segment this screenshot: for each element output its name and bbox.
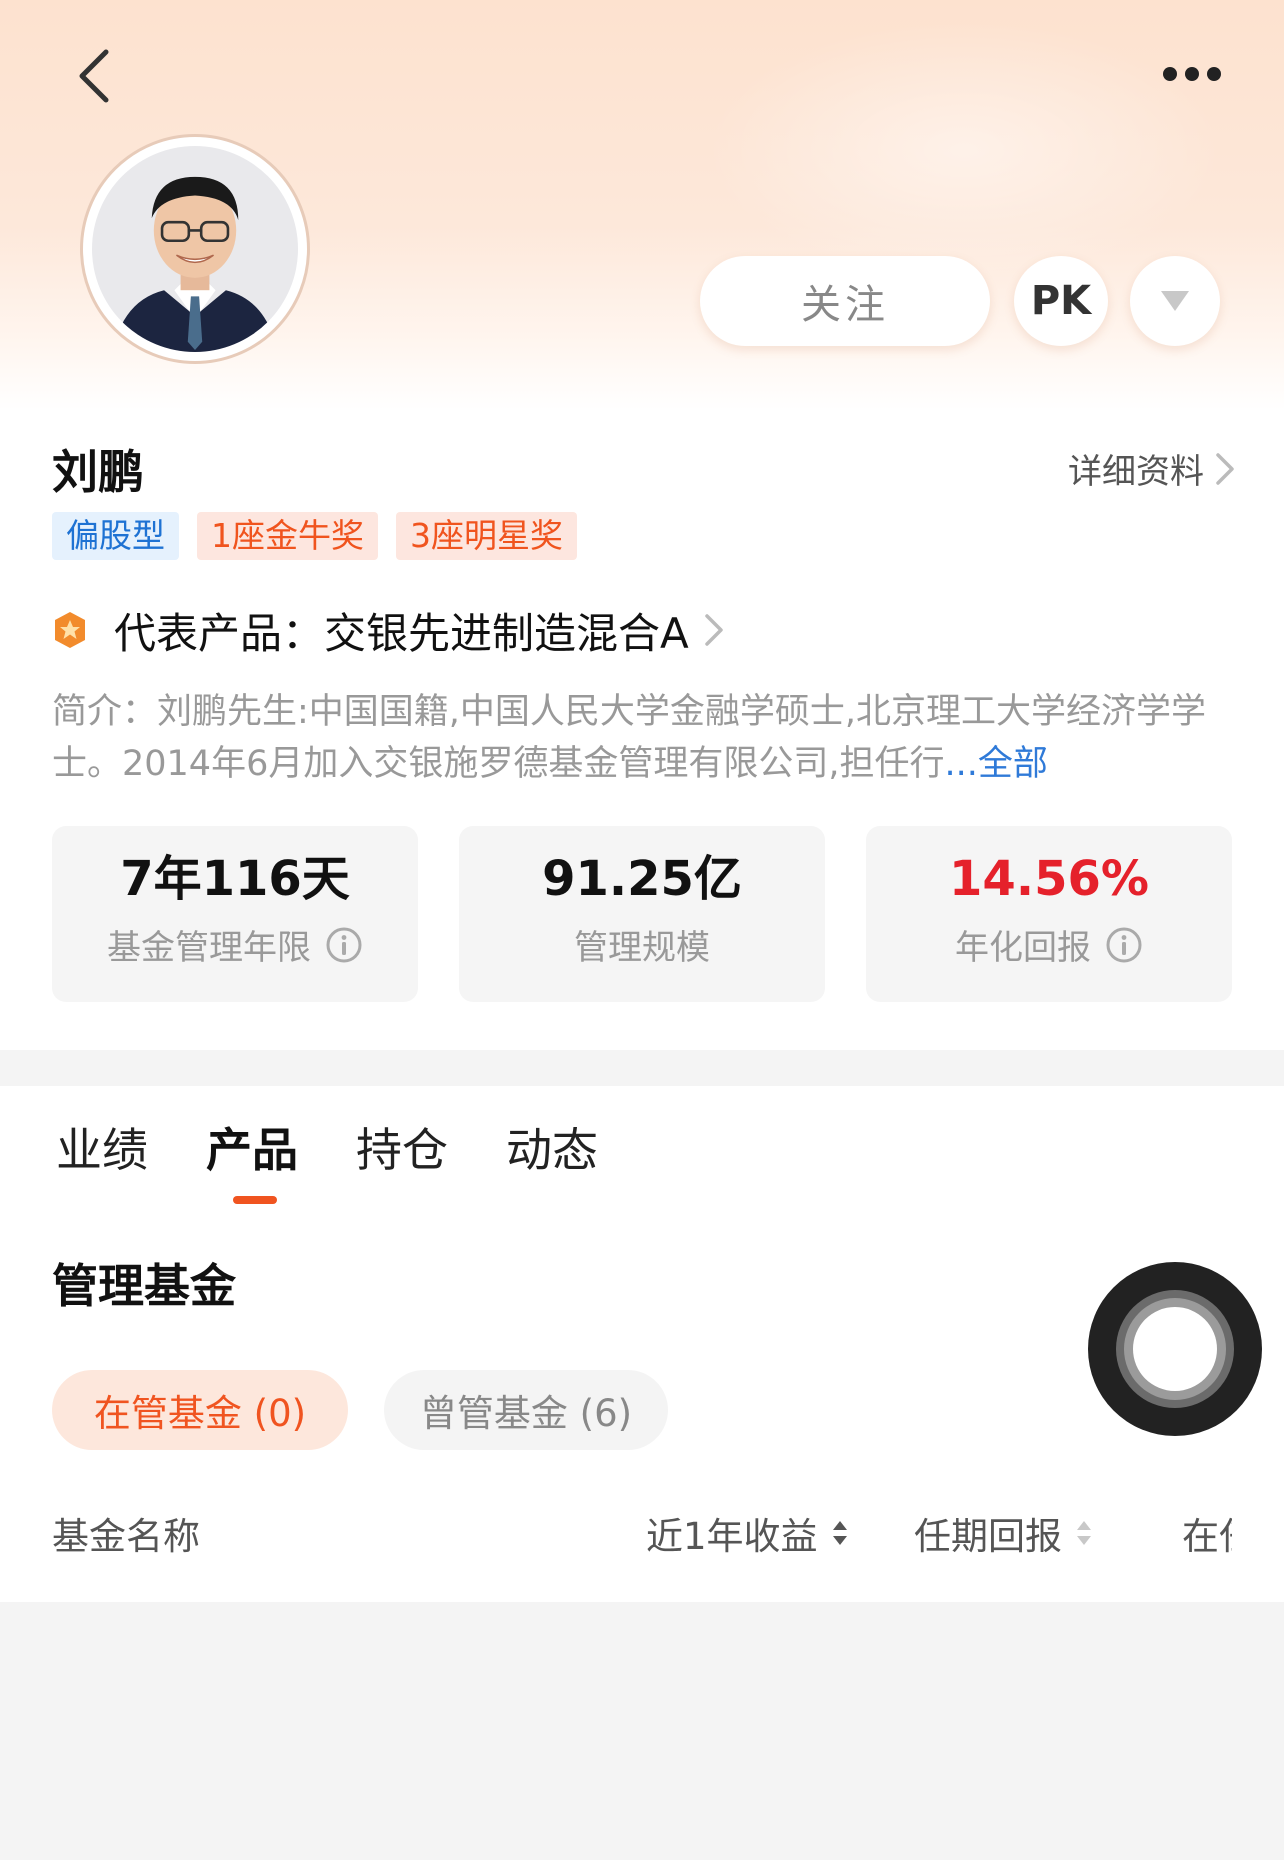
tab-products[interactable]: 产品	[206, 1120, 298, 1180]
avatar	[80, 134, 310, 364]
section-title: 管理基金	[52, 1259, 236, 1313]
tab-holdings[interactable]: 持仓	[356, 1120, 448, 1180]
column-tenure-return[interactable]: 任期回报	[914, 1506, 1094, 1560]
intro-expand-link[interactable]: ...全部	[944, 744, 1047, 784]
column-label: 在任	[1182, 1515, 1232, 1558]
assistive-touch-button[interactable]	[1088, 1262, 1262, 1436]
stat-value: 14.56%	[949, 851, 1149, 907]
column-label: 基金名称	[52, 1515, 200, 1558]
manager-photo	[92, 146, 298, 352]
detail-link[interactable]: 详细资料	[1068, 444, 1236, 493]
section-divider	[0, 1050, 1284, 1086]
tag-star-award: 3座明星奖	[396, 512, 577, 560]
stat-card-tenure: 7年116天 基金管理年限	[52, 826, 418, 1002]
tag-fund-type: 偏股型	[52, 512, 179, 560]
manager-intro: 简介：刘鹏先生:中国国籍,中国人民大学金融学硕士,北京理工大学经济学学士。201…	[52, 686, 1232, 790]
column-label: 任期回报	[914, 1515, 1062, 1558]
filter-current-funds[interactable]: 在管基金 (0)	[52, 1370, 348, 1450]
tab-news[interactable]: 动态	[506, 1120, 598, 1180]
column-partial[interactable]: 在任	[1182, 1506, 1232, 1560]
sort-icon	[1077, 1521, 1091, 1545]
back-button[interactable]	[72, 46, 122, 106]
info-icon[interactable]	[1105, 926, 1143, 964]
stat-label: 年化回报	[955, 928, 1091, 968]
chevron-left-icon	[79, 49, 109, 103]
representative-product-label: 代表产品：	[114, 608, 325, 658]
info-icon[interactable]	[325, 926, 363, 964]
column-label: 近1年收益	[646, 1515, 818, 1558]
sort-icon	[832, 1521, 847, 1545]
tag-golden-bull-award: 1座金牛奖	[197, 512, 378, 560]
stat-value: 91.25亿	[542, 851, 742, 907]
triangle-down-icon	[1161, 291, 1189, 311]
stat-value: 7年116天	[120, 851, 350, 907]
tab-bar: 业绩 产品 持仓 动态	[56, 1120, 598, 1180]
detail-link-label: 详细资料	[1068, 452, 1204, 492]
stat-label: 管理规模	[574, 928, 710, 968]
pk-button[interactable]: PK	[1014, 256, 1108, 346]
follow-button[interactable]: 关注	[700, 256, 990, 346]
filter-past-funds[interactable]: 曾管基金 (6)	[384, 1370, 668, 1450]
medal-icon	[55, 612, 85, 648]
chevron-right-icon	[1216, 452, 1234, 485]
manager-name: 刘鹏	[52, 445, 144, 499]
chevron-right-icon	[705, 614, 723, 646]
more-button[interactable]	[1160, 56, 1224, 92]
representative-product[interactable]: 代表产品： 交银先进制造混合A	[52, 600, 725, 660]
column-fund-name: 基金名称	[52, 1506, 200, 1560]
stat-card-annual-return: 14.56% 年化回报	[866, 826, 1232, 1002]
circle-icon	[1133, 1307, 1217, 1391]
active-tab-indicator	[233, 1196, 277, 1204]
tag-list: 偏股型 1座金牛奖 3座明星奖	[52, 512, 577, 560]
more-horizontal-icon	[1163, 67, 1177, 81]
stat-card-scale: 91.25亿 管理规模	[459, 826, 825, 1002]
tab-performance[interactable]: 业绩	[56, 1120, 148, 1180]
representative-product-name: 交银先进制造混合A	[324, 608, 689, 658]
column-one-year-return[interactable]: 近1年收益	[646, 1506, 850, 1560]
dropdown-button[interactable]	[1130, 256, 1220, 346]
stat-label: 基金管理年限	[107, 928, 311, 968]
